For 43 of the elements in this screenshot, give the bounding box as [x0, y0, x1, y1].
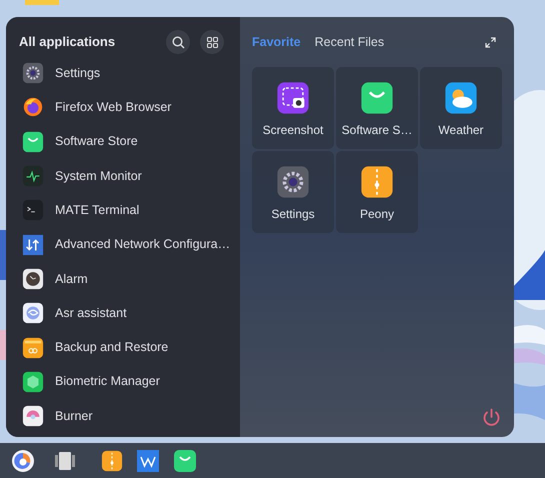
- rings-icon: [22, 336, 44, 359]
- panel-title: All applications: [19, 33, 116, 52]
- gear-icon: [276, 165, 310, 199]
- shopping-bag-icon: [360, 81, 394, 115]
- document-icon[interactable]: [137, 450, 159, 472]
- shopping-bag-icon: [22, 130, 44, 153]
- start-menu-icon[interactable]: [11, 448, 35, 472]
- app-list-item[interactable]: Firefox Web Browser: [6, 90, 240, 125]
- app-list-item[interactable]: MATE Terminal: [6, 193, 240, 228]
- expand-icon[interactable]: [485, 37, 496, 48]
- app-tile[interactable]: Settings: [252, 151, 334, 233]
- camera-icon: [276, 81, 310, 115]
- shopping-bag-icon[interactable]: [173, 448, 197, 472]
- grid-view-button[interactable]: [200, 30, 224, 54]
- sun-cloud-icon: [444, 81, 478, 115]
- app-list-item[interactable]: Settings: [6, 56, 240, 90]
- terminal-icon: [22, 199, 44, 222]
- app-list-item[interactable]: Advanced Network Configura…: [6, 227, 240, 262]
- browser-icon: [22, 96, 44, 118]
- pulse-icon: [22, 165, 44, 188]
- app-tile[interactable]: Screenshot: [252, 67, 334, 149]
- power-icon[interactable]: [482, 408, 501, 428]
- app-list-item[interactable]: Biometric Manager: [6, 364, 240, 399]
- app-tile[interactable]: Weather: [420, 67, 502, 149]
- zipper-icon[interactable]: [101, 450, 123, 472]
- window-stack-icon[interactable]: [54, 450, 76, 472]
- gear-icon: [22, 62, 44, 84]
- swirl-icon: [22, 302, 44, 324]
- zipper-icon: [360, 165, 394, 199]
- search-button[interactable]: [166, 30, 190, 54]
- app-list-item[interactable]: Backup and Restore: [6, 330, 240, 365]
- app-list-item[interactable]: Burner: [6, 398, 240, 434]
- grid-icon: [206, 36, 218, 48]
- app-list-item[interactable]: Software Store: [6, 124, 240, 159]
- app-tile[interactable]: Peony: [336, 151, 418, 233]
- search-icon: [172, 36, 184, 48]
- tab[interactable]: Recent Files: [314, 32, 384, 52]
- app-list-item[interactable]: Asr assistant: [6, 296, 240, 330]
- app-list-item[interactable]: Alarm: [6, 262, 240, 296]
- app-list-item[interactable]: System Monitor: [6, 158, 240, 194]
- clock-icon: [22, 268, 44, 290]
- app-tile[interactable]: Software S…: [336, 67, 418, 149]
- arrows-icon: [22, 234, 44, 256]
